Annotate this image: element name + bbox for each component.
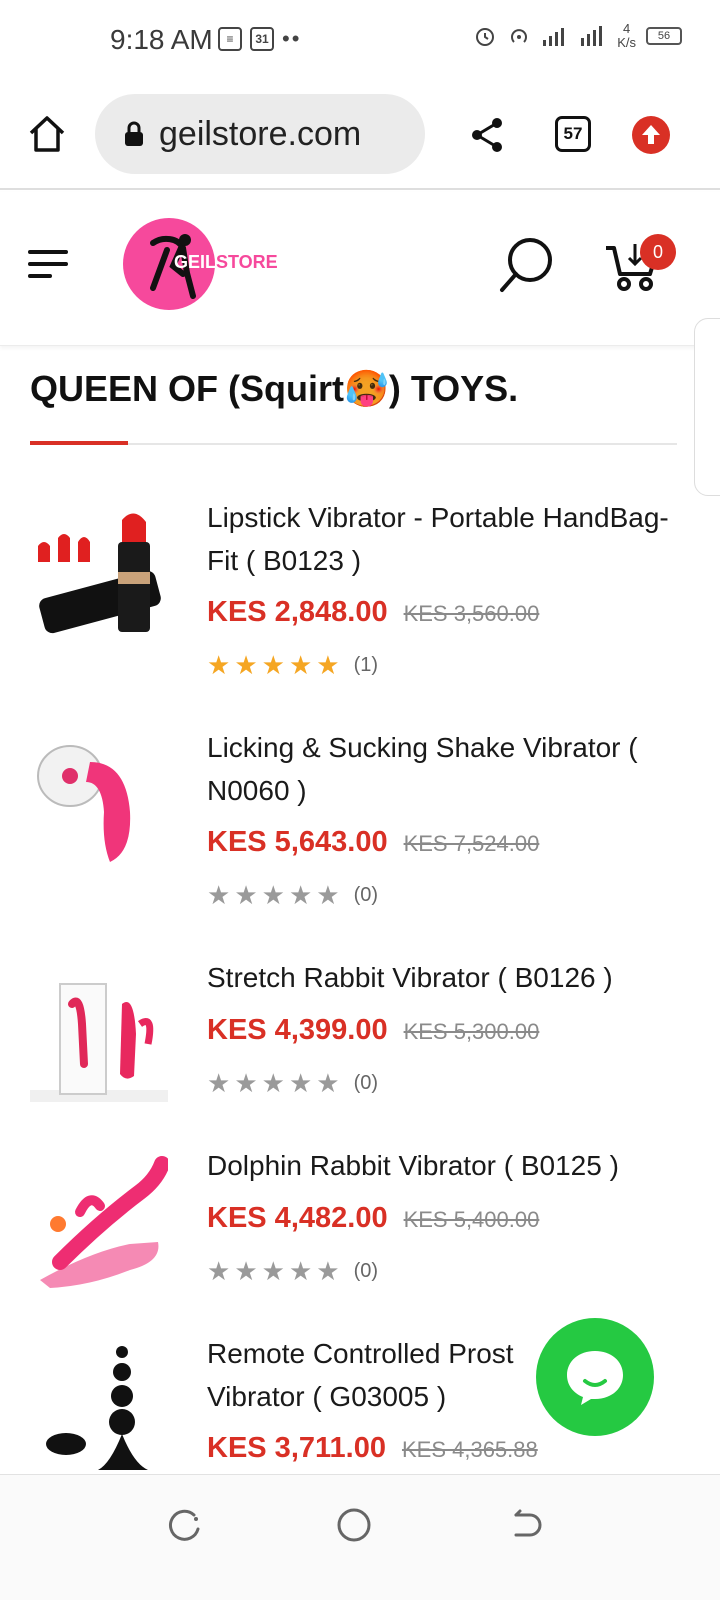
product-price: KES 4,482.00 <box>207 1202 388 1234</box>
product-old-price: KES 3,560.00 <box>403 601 540 626</box>
star-icon: ★ <box>234 1068 258 1098</box>
product-title[interactable]: Lipstick Vibrator - Portable HandBag-Fit… <box>207 496 677 582</box>
product-prices: KES 2,848.00 KES 3,560.00 <box>207 596 539 629</box>
signal-icon <box>543 28 565 46</box>
product-old-price: KES 5,400.00 <box>403 1207 540 1232</box>
home-nav-icon[interactable] <box>334 1505 374 1545</box>
product-title[interactable]: Licking & Sucking Shake Vibrator ( N0060… <box>207 726 677 812</box>
review-count: (1) <box>353 653 379 676</box>
star-icon: ★ <box>207 880 231 910</box>
star-icon: ★ <box>261 650 285 680</box>
search-icon[interactable] <box>498 236 556 294</box>
product-prices: KES 4,482.00 KES 5,400.00 <box>207 1202 539 1235</box>
cart-count-badge: 0 <box>640 234 676 270</box>
back-icon[interactable] <box>506 1505 546 1545</box>
product-price: KES 5,643.00 <box>207 826 388 858</box>
product-item[interactable]: Stretch Rabbit Vibrator ( B0126 ) KES 4,… <box>0 950 720 1120</box>
product-rating: ★ ★ ★ ★ ★ (1) <box>207 652 378 678</box>
chat-bubble-icon <box>567 1351 623 1405</box>
star-icon: ★ <box>234 1256 258 1286</box>
star-icon: ★ <box>316 1068 340 1098</box>
alarm-icon <box>476 28 495 46</box>
address-bar[interactable]: geilstore.com <box>95 94 425 174</box>
product-title[interactable]: Dolphin Rabbit Vibrator ( B0125 ) <box>207 1144 677 1187</box>
product-rating: ★ ★ ★ ★ ★ (0) <box>207 1070 378 1096</box>
star-icon: ★ <box>288 650 313 680</box>
calendar-icon: 31 <box>250 27 274 51</box>
product-image-licking-vibrator[interactable] <box>30 732 168 870</box>
news-icon: ≡ <box>218 27 242 51</box>
star-icon: ★ <box>316 1256 340 1286</box>
product-rating: ★ ★ ★ ★ ★ (0) <box>207 882 378 908</box>
product-image-dolphin-rabbit[interactable] <box>30 1152 170 1290</box>
status-bar: 9:18 AM ≡ 31 •• 4 K/s 56 <box>0 0 720 80</box>
product-title[interactable]: Stretch Rabbit Vibrator ( B0126 ) <box>207 956 677 999</box>
section-title: QUEEN OF (Squirt🥵) TOYS. <box>30 368 519 409</box>
product-old-price: KES 4,365.88 <box>401 1437 538 1462</box>
product-old-price: KES 5,300.00 <box>403 1019 540 1044</box>
side-drawer-handle[interactable] <box>694 318 720 496</box>
status-left-icons: ≡ 31 •• <box>218 26 301 52</box>
update-icon[interactable] <box>632 116 670 154</box>
status-time: 9:18 AM <box>110 24 213 55</box>
product-prices: KES 3,711.00 KES 4,365.88 <box>207 1432 538 1465</box>
star-icon: ★ <box>288 1068 313 1098</box>
star-icon: ★ <box>288 880 313 910</box>
star-icon: ★ <box>234 650 258 680</box>
product-price: KES 2,848.00 <box>207 596 388 628</box>
status-right-icons: 4 K/s 56 <box>473 22 682 50</box>
review-count: (0) <box>353 1259 379 1282</box>
system-navigation-bar <box>0 1474 720 1600</box>
browser-toolbar: geilstore.com 57 <box>0 80 720 190</box>
product-image-remote-prostate-vibrator[interactable] <box>30 1338 168 1474</box>
tab-switcher-button[interactable]: 57 <box>555 116 591 152</box>
recent-apps-icon[interactable] <box>164 1505 204 1545</box>
lock-icon <box>125 121 143 146</box>
product-prices: KES 5,643.00 KES 7,524.00 <box>207 826 539 859</box>
hotspot-icon <box>511 29 528 43</box>
product-item[interactable]: Licking & Sucking Shake Vibrator ( N0060… <box>0 720 720 930</box>
star-icon: ★ <box>316 650 340 680</box>
chat-button[interactable] <box>536 1318 654 1436</box>
battery-icon: 56 <box>646 27 682 45</box>
review-count: (0) <box>353 1071 379 1094</box>
logo-text-store: STORE <box>216 252 278 272</box>
net-speed: 4 K/s <box>617 22 636 50</box>
star-icon: ★ <box>207 1068 231 1098</box>
star-icon: ★ <box>288 1256 313 1286</box>
review-count: (0) <box>353 883 379 906</box>
menu-icon[interactable] <box>28 248 70 280</box>
more-notifications-icon: •• <box>282 26 302 51</box>
star-icon: ★ <box>234 880 258 910</box>
signal-4g-icon <box>581 26 603 46</box>
site-header: GEIL STORE 0 <box>0 192 720 346</box>
net-speed-unit: K/s <box>617 35 636 50</box>
product-image-stretch-rabbit[interactable] <box>30 964 168 1102</box>
home-icon[interactable] <box>26 113 68 155</box>
product-item[interactable]: Lipstick Vibrator - Portable HandBag-Fit… <box>0 490 720 700</box>
star-icon: ★ <box>316 880 340 910</box>
product-price: KES 3,711.00 <box>207 1432 386 1464</box>
share-icon[interactable] <box>468 116 506 154</box>
url-text: geilstore.com <box>159 114 362 153</box>
product-rating: ★ ★ ★ ★ ★ (0) <box>207 1258 378 1284</box>
star-icon: ★ <box>261 1068 285 1098</box>
star-icon: ★ <box>261 1256 285 1286</box>
product-image-lipstick-vibrator[interactable] <box>30 502 168 640</box>
product-price: KES 4,399.00 <box>207 1014 388 1046</box>
star-icon: ★ <box>261 880 285 910</box>
product-item[interactable]: Dolphin Rabbit Vibrator ( B0125 ) KES 4,… <box>0 1138 720 1308</box>
logo-text-geil: GEIL <box>174 252 217 272</box>
section-divider-accent <box>30 441 128 445</box>
star-icon: ★ <box>207 650 231 680</box>
star-icon: ★ <box>207 1256 231 1286</box>
product-prices: KES 4,399.00 KES 5,300.00 <box>207 1014 539 1047</box>
product-old-price: KES 7,524.00 <box>403 831 540 856</box>
net-speed-value: 4 <box>622 21 631 36</box>
